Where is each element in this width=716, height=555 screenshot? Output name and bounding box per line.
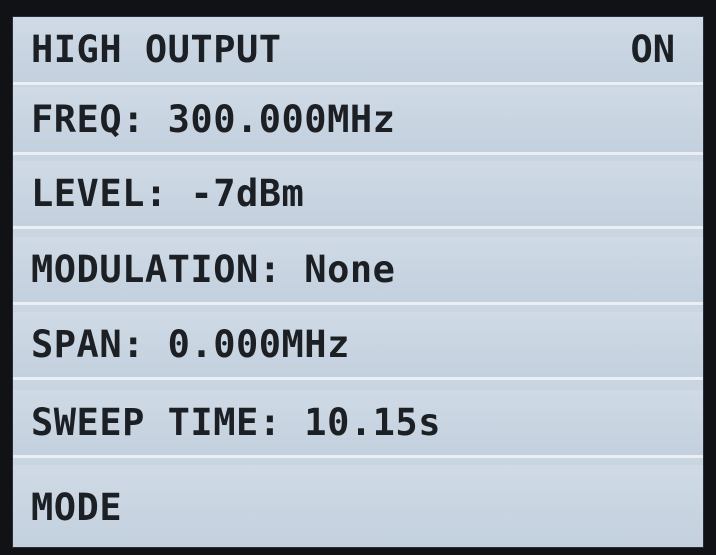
level-label: LEVEL: -7dBm <box>31 172 305 215</box>
menu-row-mode[interactable]: MODE <box>13 465 703 547</box>
menu-row-modulation[interactable]: MODULATION: None <box>13 237 703 305</box>
high-output-label: HIGH OUTPUT <box>31 28 282 71</box>
settings-menu: HIGH OUTPUT ON FREQ: 300.000MHz LEVEL: -… <box>13 17 703 547</box>
high-output-state: ON <box>630 28 675 71</box>
menu-row-frequency[interactable]: FREQ: 300.000MHz <box>13 87 703 155</box>
frequency-label: FREQ: 300.000MHz <box>31 98 396 141</box>
lcd-screen: HIGH OUTPUT ON FREQ: 300.000MHz LEVEL: -… <box>12 16 704 548</box>
menu-row-span[interactable]: SPAN: 0.000MHz <box>13 312 703 380</box>
mode-label: MODE <box>31 485 123 529</box>
span-label: SPAN: 0.000MHz <box>31 323 350 366</box>
menu-row-high-output[interactable]: HIGH OUTPUT ON <box>13 17 703 85</box>
menu-row-sweep-time[interactable]: SWEEP TIME: 10.15s <box>13 390 703 458</box>
sweep-time-label: SWEEP TIME: 10.15s <box>31 401 441 444</box>
modulation-label: MODULATION: None <box>31 248 396 291</box>
menu-row-level[interactable]: LEVEL: -7dBm <box>13 161 703 229</box>
device-bezel: HIGH OUTPUT ON FREQ: 300.000MHz LEVEL: -… <box>0 0 716 555</box>
